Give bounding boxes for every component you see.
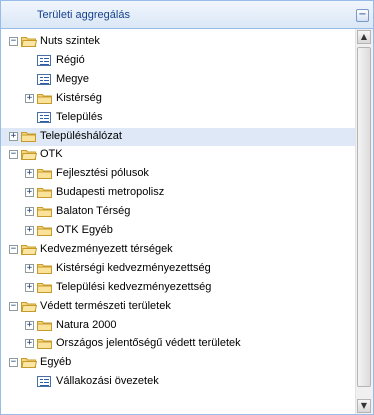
expand-node-toggle[interactable]: + (25, 188, 34, 198)
tree-node-label: Kistérség (56, 91, 102, 104)
folder-icon (37, 187, 53, 199)
collapse-panel-button[interactable]: − (356, 9, 369, 22)
tree-node[interactable]: + Natura 2000 (1, 317, 356, 335)
tree-node[interactable]: Település (1, 109, 356, 127)
vertical-scrollbar[interactable]: ▲ ▼ (355, 29, 373, 414)
expand-node-toggle[interactable]: + (25, 320, 34, 330)
folder-icon (37, 206, 53, 218)
tree-node[interactable]: + Településhálózat (1, 127, 356, 146)
collapse-node-toggle[interactable]: − (9, 150, 18, 160)
tree-node-label: Település (56, 110, 103, 123)
scroll-down-button[interactable]: ▼ (357, 399, 371, 413)
tree-node-label: Vállakozási övezetek (56, 375, 159, 388)
tree-node-label: Települési kedvezményezettség (56, 280, 212, 293)
expand-node-toggle[interactable]: + (25, 282, 34, 292)
folder-open-icon (21, 244, 37, 255)
panel-title: Területi aggregálás (37, 9, 130, 21)
scroll-up-button[interactable]: ▲ (357, 30, 371, 44)
expand-node-toggle[interactable]: + (25, 339, 34, 349)
list-leaf-icon (37, 111, 51, 123)
tree-node-label: Országos jelentőségű védett területek (56, 337, 241, 350)
folder-open-icon (21, 36, 37, 47)
expand-node-toggle[interactable]: + (25, 93, 34, 103)
tree-node[interactable]: − Kedvezményezett térségek (1, 241, 356, 259)
list-leaf-icon (37, 73, 51, 85)
folder-icon (37, 225, 53, 236)
tree-node[interactable]: + Települési kedvezményezettség (1, 279, 356, 297)
folder-icon (37, 263, 53, 274)
folder-icon (21, 131, 37, 142)
expand-node-toggle[interactable]: + (25, 263, 34, 273)
collapse-node-toggle[interactable]: − (9, 301, 18, 311)
territory-tree: − Nuts szintek Régió Megye + Kistérség Települ… (1, 29, 356, 414)
tree-node[interactable]: − Nuts szintek (1, 33, 356, 51)
folder-icon (37, 282, 53, 293)
expand-node-toggle[interactable]: + (25, 207, 34, 217)
folder-open-icon (21, 301, 37, 312)
tree-node[interactable]: − Egyéb (1, 354, 356, 372)
tree-node-label: Megye (56, 72, 90, 85)
tree-node-label: Natura 2000 (56, 318, 117, 331)
tree-node[interactable]: + Országos jelentőségű védett területek (1, 335, 356, 353)
list-leaf-icon (37, 54, 51, 66)
folder-open-icon (21, 149, 37, 161)
tree-node-label: Kistérségi kedvezményezettség (56, 261, 211, 274)
tree-node[interactable]: + Budapesti metropolisz (1, 184, 356, 202)
tree-node[interactable]: Vállakozási övezetek (1, 373, 356, 391)
list-leaf-icon (37, 376, 51, 388)
tree-node[interactable]: − OTK (1, 146, 356, 164)
tree-node-label: Kedvezményezett térségek (40, 242, 173, 255)
collapse-node-toggle[interactable]: − (9, 358, 18, 368)
tree-node-label: Balaton Térség (56, 205, 131, 218)
tree-node[interactable]: + Balaton Térség (1, 203, 356, 221)
tree-node-label: Védett természeti területek (40, 299, 171, 312)
tree-node[interactable]: + OTK Egyéb (1, 222, 356, 240)
tree-node-label: Fejlesztési pólusok (56, 167, 149, 180)
folder-icon (37, 338, 53, 350)
tree-node-label: Nuts szintek (40, 35, 100, 47)
folder-icon (37, 168, 53, 180)
folder-icon (37, 93, 53, 104)
scroll-thumb[interactable] (357, 47, 371, 387)
folder-open-icon (21, 357, 37, 369)
aggregation-panel: Területi aggregálás − − Nuts szintek Régió… (0, 0, 374, 415)
expand-node-toggle[interactable]: + (25, 169, 34, 179)
tree-node-label: Egyéb (40, 356, 72, 369)
tree-node[interactable]: − Védett természeti területek (1, 298, 356, 316)
expand-node-toggle[interactable]: + (25, 226, 34, 235)
tree-node[interactable]: + Kistérségi kedvezményezettség (1, 260, 356, 278)
collapse-node-toggle[interactable]: − (9, 244, 18, 254)
collapse-node-toggle[interactable]: − (9, 37, 18, 46)
tree-node[interactable]: Megye (1, 71, 356, 89)
tree-node[interactable]: Régió (1, 52, 356, 70)
tree-node-label: Településhálózat (40, 129, 122, 142)
expand-node-toggle[interactable]: + (9, 131, 18, 141)
panel-header: Területi aggregálás − (1, 1, 373, 29)
tree-node[interactable]: + Kistérség (1, 90, 356, 108)
tree-node-label: Budapesti metropolisz (56, 186, 165, 199)
tree-node-label: Régió (56, 53, 85, 66)
tree-node-label: OTK Egyéb (56, 224, 113, 236)
tree-node-label: OTK (40, 148, 63, 161)
folder-icon (37, 320, 53, 331)
tree-node[interactable]: + Fejlesztési pólusok (1, 165, 356, 183)
